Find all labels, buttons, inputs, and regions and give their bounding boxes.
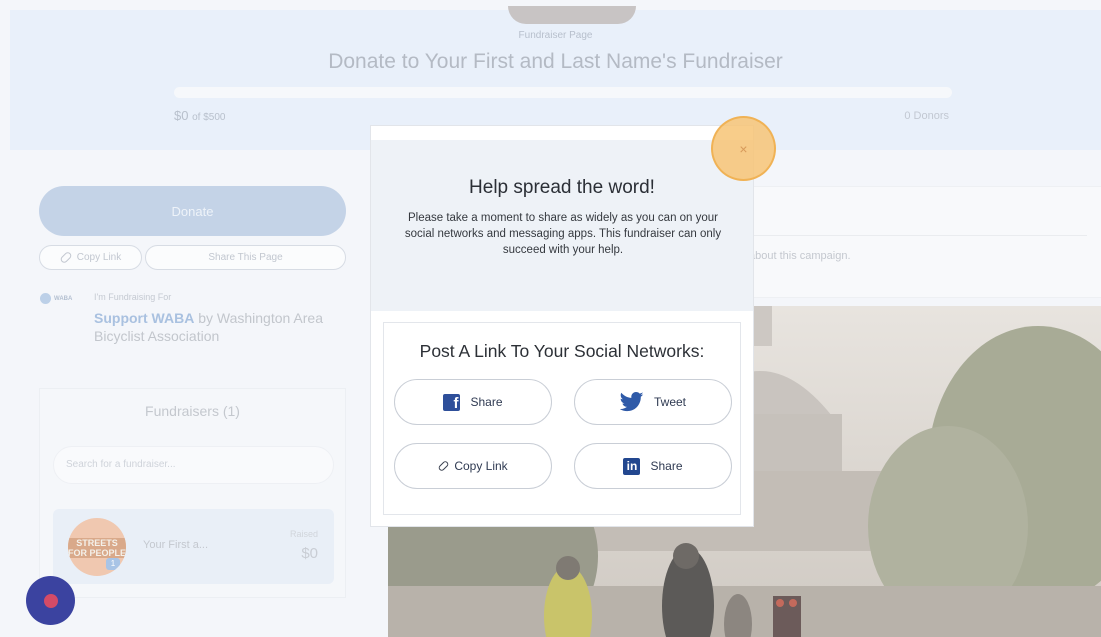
link-icon bbox=[59, 250, 73, 265]
fundraiser-card[interactable]: STREETS FOR PEOPLE 1 Your First a... Rai… bbox=[53, 509, 334, 584]
chat-launcher-button[interactable] bbox=[26, 576, 75, 625]
fundraiser-avatar: STREETS FOR PEOPLE 1 bbox=[68, 518, 126, 576]
share-modal: Help spread the word! Please take a mome… bbox=[370, 125, 754, 527]
close-modal-button[interactable]: × bbox=[711, 116, 776, 181]
twitter-tweet-label: Tweet bbox=[653, 395, 686, 409]
page-kicker: Fundraiser Page bbox=[518, 30, 593, 41]
raised-goal: of $500 bbox=[192, 112, 226, 123]
fundraiser-raised-value: $0 bbox=[301, 545, 318, 562]
org-logo: WABA bbox=[40, 292, 78, 305]
facebook-icon: f bbox=[443, 393, 461, 411]
donate-button[interactable]: Donate bbox=[39, 186, 346, 236]
fundraiser-name: Your First a... bbox=[143, 539, 209, 551]
modal-title: Help spread the word! bbox=[469, 177, 655, 198]
fundraiser-search-input[interactable]: Search for a fundraiser... bbox=[53, 446, 334, 484]
page-title: Donate to Your First and Last Name's Fun… bbox=[328, 50, 783, 73]
divider bbox=[751, 235, 1087, 236]
copy-link-share-button[interactable]: Copy Link bbox=[394, 443, 552, 489]
fundraising-for-org: Support WABA by Washington Area Bicyclis… bbox=[94, 309, 364, 345]
about-text: about this campaign. bbox=[749, 250, 851, 262]
org-link[interactable]: Support WABA bbox=[94, 310, 194, 326]
facebook-share-label: Share bbox=[470, 395, 503, 409]
donor-count: 0 Donors bbox=[904, 110, 949, 122]
modal-description: Please take a moment to share as widely … bbox=[404, 212, 722, 256]
twitter-icon bbox=[619, 392, 644, 412]
copy-link-label: Copy Link bbox=[76, 252, 122, 263]
avatar-text: STREETS FOR PEOPLE bbox=[68, 538, 126, 558]
about-section: about this campaign. bbox=[740, 186, 1101, 298]
copy-link-share-label: Copy Link bbox=[454, 459, 508, 473]
fundraiser-raised-label: Raised bbox=[289, 529, 318, 539]
raised-amount: $0 bbox=[174, 108, 189, 123]
twitter-tweet-button[interactable]: Tweet bbox=[574, 379, 732, 425]
org-logo-mark bbox=[40, 293, 51, 304]
close-icon: × bbox=[739, 140, 748, 157]
copy-link-button[interactable]: Copy Link bbox=[39, 245, 142, 270]
org-logo-text: WABA bbox=[54, 295, 73, 302]
raised-summary: $0 of $500 bbox=[174, 108, 225, 123]
linkedin-share-label: Share bbox=[650, 459, 683, 473]
fundraisers-heading: Fundraisers (1) bbox=[145, 403, 240, 419]
social-heading: Post A Link To Your Social Networks: bbox=[419, 341, 705, 361]
fundraising-for-label: I'm Fundraising For bbox=[94, 292, 172, 302]
linkedin-icon: in bbox=[623, 457, 641, 475]
chat-icon bbox=[43, 593, 58, 608]
fundraiser-badge: 1 bbox=[106, 558, 120, 570]
progress-bar bbox=[174, 87, 952, 98]
header-tab-shape bbox=[508, 6, 636, 24]
share-page-button[interactable]: Share This Page bbox=[145, 245, 346, 270]
fundraisers-panel: Fundraisers (1) Search for a fundraiser.… bbox=[39, 388, 346, 598]
linkedin-share-button[interactable]: in Share bbox=[574, 443, 732, 489]
facebook-share-button[interactable]: f Share bbox=[394, 379, 552, 425]
link-icon bbox=[437, 459, 450, 473]
social-share-section: Post A Link To Your Social Networks: f S… bbox=[383, 322, 741, 515]
